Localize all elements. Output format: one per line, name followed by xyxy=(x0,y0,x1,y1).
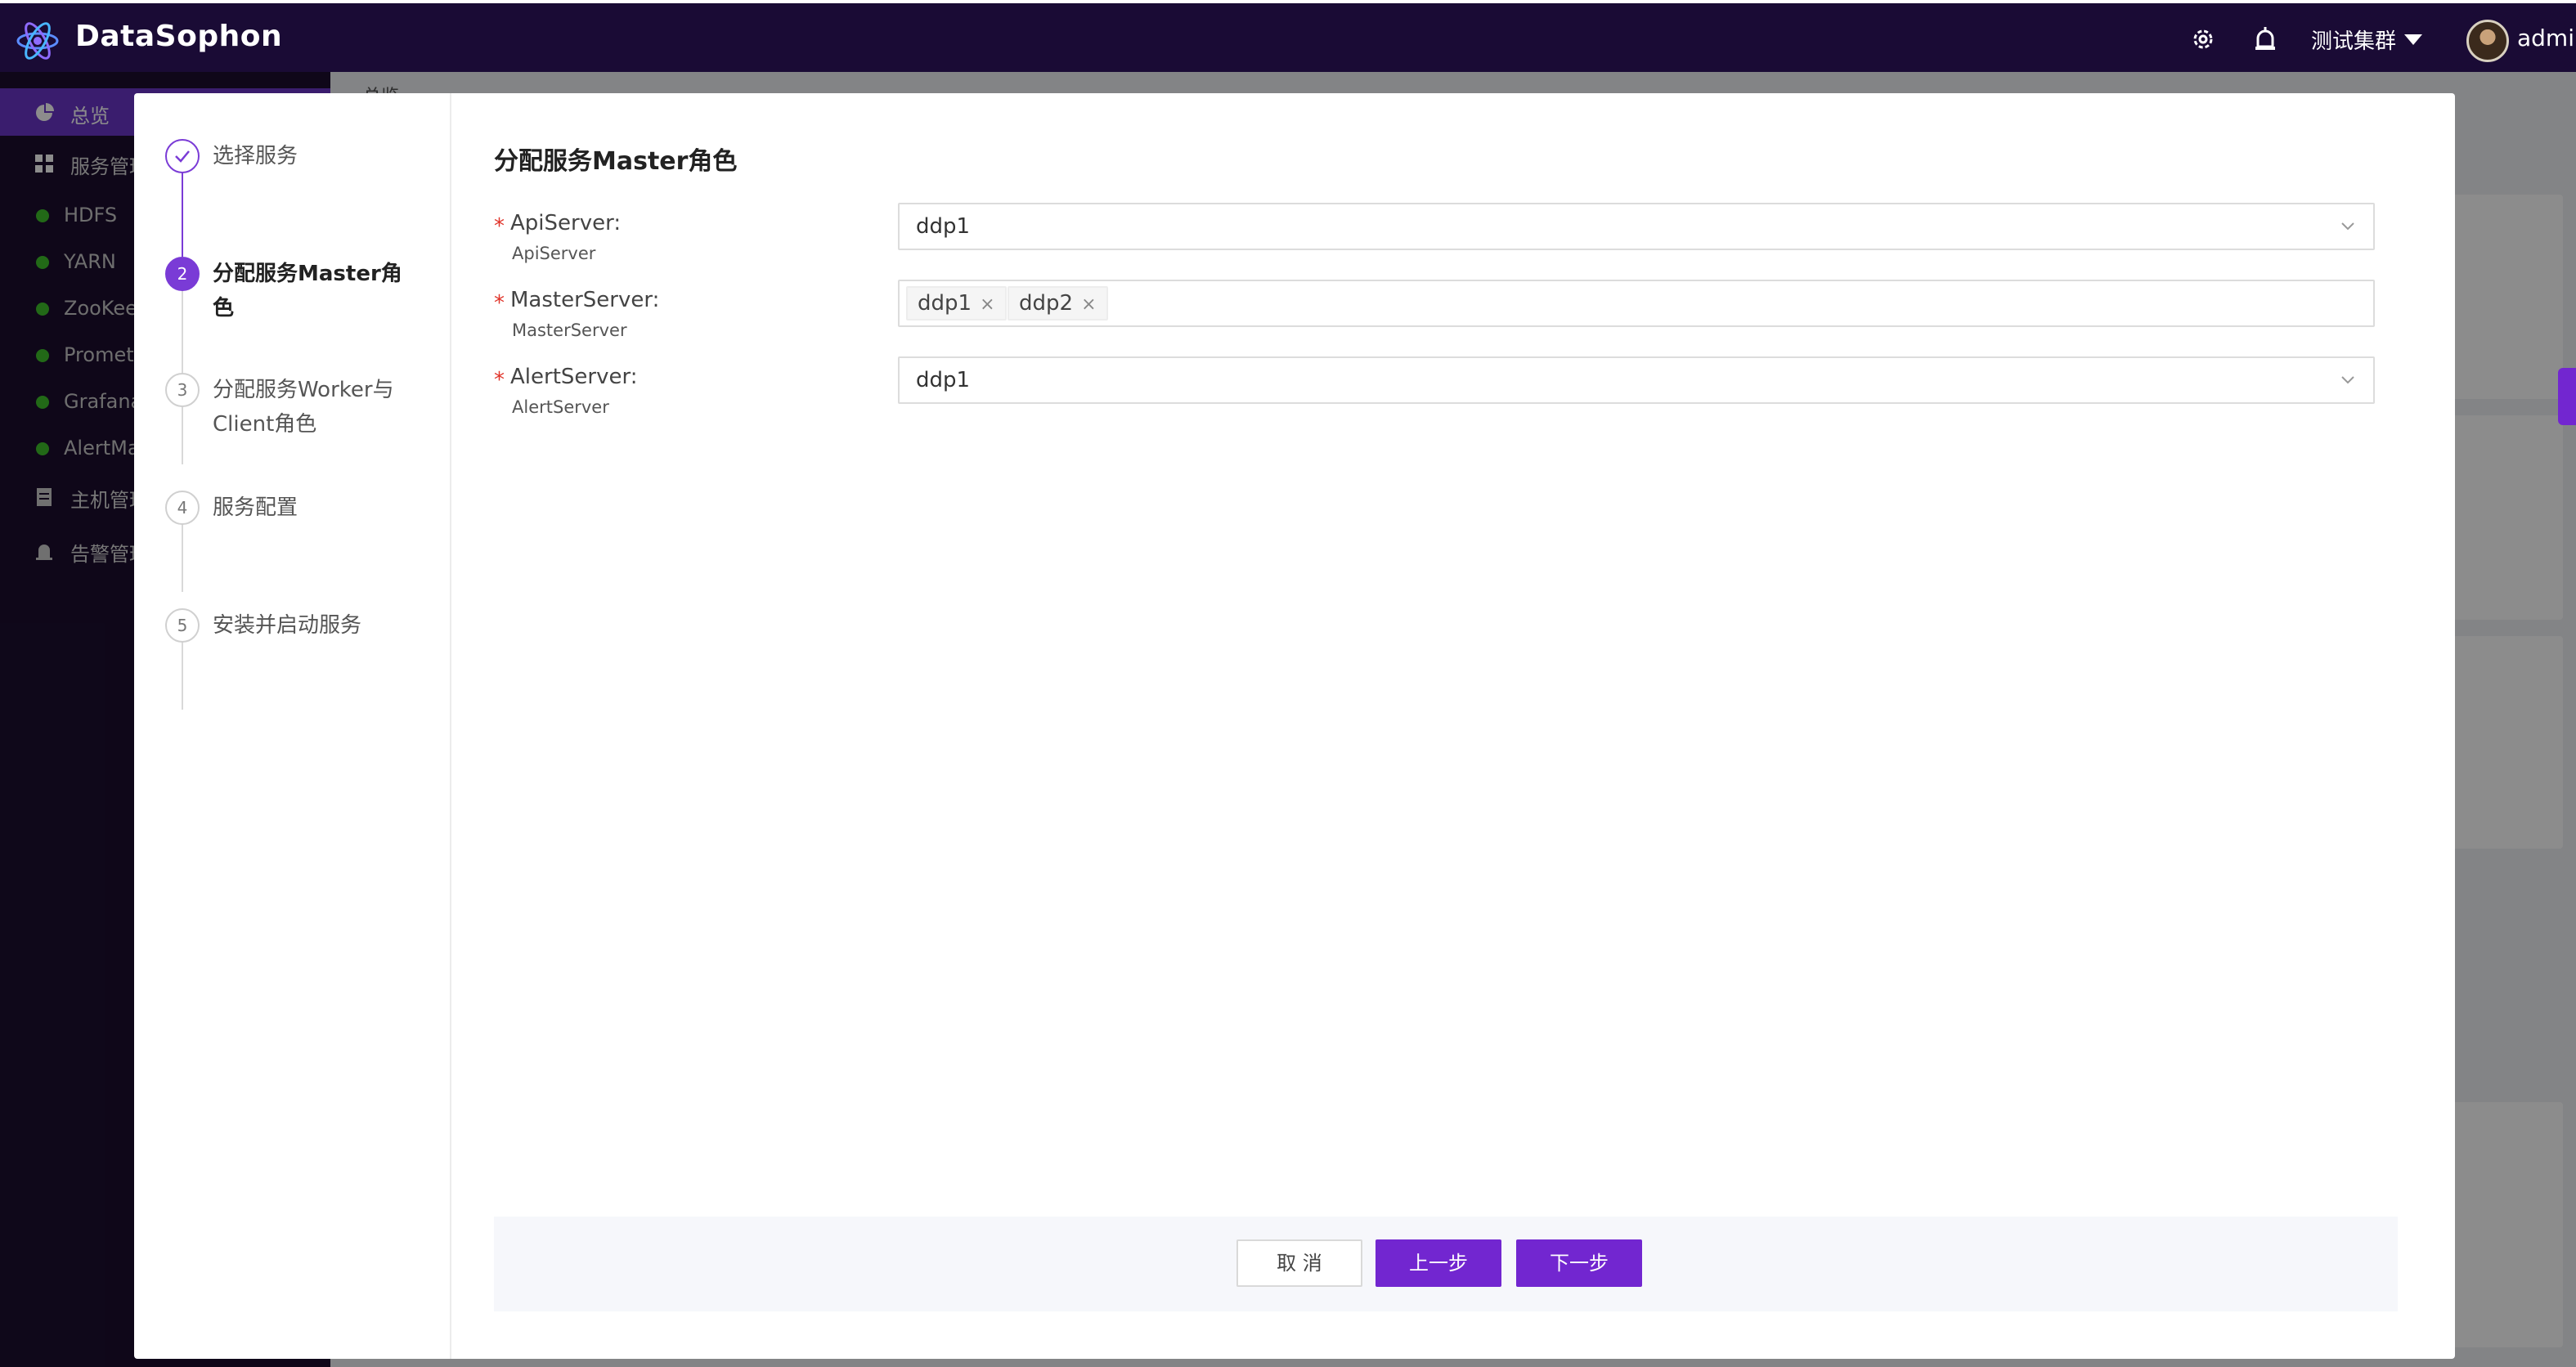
top-header: DataSophon 测试集群 admin xyxy=(0,0,2576,72)
field-sublabel: MasterServer xyxy=(512,320,627,340)
side-drawer-tab[interactable] xyxy=(2558,368,2576,425)
username[interactable]: admin xyxy=(2517,25,2576,52)
selected-tag: ddp1 × xyxy=(906,286,1007,320)
step-title: 服务配置 xyxy=(213,495,298,520)
alarm-bell-icon[interactable] xyxy=(2251,25,2280,54)
avatar[interactable] xyxy=(2466,20,2509,62)
step-number: 4 xyxy=(165,491,200,525)
field-label: AlertServer: xyxy=(510,365,638,389)
step-number: 5 xyxy=(165,608,200,643)
cancel-button[interactable]: 取 消 xyxy=(1236,1239,1362,1287)
step-connector xyxy=(182,160,183,257)
selected-value: ddp1 xyxy=(916,368,971,392)
datasophon-logo-icon xyxy=(16,22,59,60)
tag-label: ddp2 xyxy=(1019,291,1074,316)
form-row-apiserver: * ApiServer: ApiServer ddp1 xyxy=(494,203,2424,268)
step-done-indicator xyxy=(165,139,200,173)
chevron-down-icon xyxy=(2341,222,2354,231)
field-label: ApiServer: xyxy=(510,211,622,235)
step-number: 3 xyxy=(165,373,200,407)
master-role-form: 分配服务Master角色 * ApiServer: ApiServer ddp1… xyxy=(494,93,2424,1359)
cluster-selector[interactable]: 测试集群 xyxy=(2311,25,2396,55)
add-service-wizard-modal: 选择服务 2 分配服务Master角色 3 分配服务Worker与Client角… xyxy=(134,93,2455,1359)
alertserver-select[interactable]: ddp1 xyxy=(898,356,2375,404)
step-title: 安装并启动服务 xyxy=(213,613,362,638)
apiserver-select[interactable]: ddp1 xyxy=(898,203,2375,250)
close-icon[interactable]: × xyxy=(1081,294,1096,315)
required-marker: * xyxy=(494,214,505,239)
field-sublabel: ApiServer xyxy=(512,244,596,263)
step-title: 分配服务Worker与Client角色 xyxy=(213,378,394,437)
app-title: DataSophon xyxy=(75,20,283,53)
form-row-masterserver: * MasterServer: MasterServer ddp1 × ddp2 × xyxy=(494,280,2424,345)
chevron-down-icon xyxy=(2341,376,2354,384)
tag-label: ddp1 xyxy=(918,291,972,316)
wizard-steps: 选择服务 2 分配服务Master角色 3 分配服务Worker与Client角… xyxy=(134,93,451,1359)
required-marker: * xyxy=(494,291,505,316)
step-title: 分配服务Master角色 xyxy=(213,262,402,320)
masterserver-multiselect[interactable]: ddp1 × ddp2 × xyxy=(898,280,2375,327)
chevron-down-icon[interactable] xyxy=(2404,34,2422,45)
gear-icon[interactable] xyxy=(2188,25,2218,54)
form-title: 分配服务Master角色 xyxy=(494,147,738,176)
form-row-alertserver: * AlertServer: AlertServer ddp1 xyxy=(494,356,2424,422)
required-marker: * xyxy=(494,368,505,392)
wizard-footer: 取 消 上一步 下一步 xyxy=(494,1217,2398,1311)
step-connector xyxy=(182,278,183,464)
next-step-button[interactable]: 下一步 xyxy=(1516,1239,1642,1287)
step-title: 选择服务 xyxy=(213,144,298,168)
field-label: MasterServer: xyxy=(510,288,660,312)
step-number: 2 xyxy=(165,257,200,291)
selected-value: ddp1 xyxy=(916,214,971,239)
checkmark-icon xyxy=(175,150,190,163)
close-icon[interactable]: × xyxy=(980,294,994,315)
selected-tag: ddp2 × xyxy=(1008,286,1108,320)
field-sublabel: AlertServer xyxy=(512,397,609,417)
previous-step-button[interactable]: 上一步 xyxy=(1376,1239,1501,1287)
